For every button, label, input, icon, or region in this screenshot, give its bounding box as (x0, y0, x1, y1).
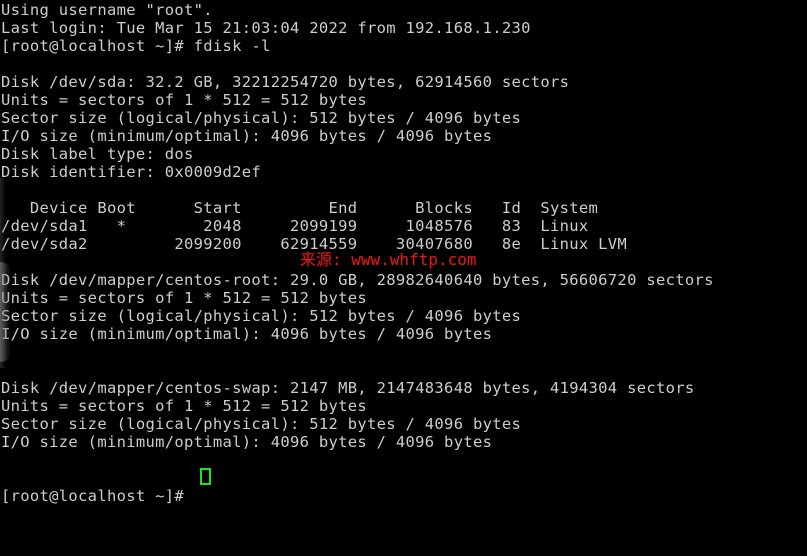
terminal-window[interactable]: Using username "root". Last login: Tue M… (0, 0, 807, 556)
terminal-line: I/O size (minimum/optimal): 4096 bytes /… (1, 433, 493, 451)
watermark-text: 来源: www.whftp.com (300, 250, 477, 269)
terminal-prompt-line: [root@localhost ~]# (1, 487, 194, 505)
terminal-line: Using username "root". (1, 1, 213, 19)
terminal-line: Units = sectors of 1 * 512 = 512 bytes (1, 91, 368, 109)
terminal-line-disk-centos-swap: Disk /dev/mapper/centos-swap: 2147 MB, 2… (1, 379, 695, 397)
terminal-line: I/O size (minimum/optimal): 4096 bytes /… (1, 325, 493, 343)
terminal-line-command: [root@localhost ~]# fdisk -l (1, 37, 271, 55)
terminal-line: Units = sectors of 1 * 512 = 512 bytes (1, 397, 368, 415)
terminal-line: Disk label type: dos (1, 145, 194, 163)
terminal-line: I/O size (minimum/optimal): 4096 bytes /… (1, 127, 493, 145)
text-cursor (200, 468, 211, 485)
partition-table-header: Device Boot Start End Blocks Id System (1, 199, 599, 217)
terminal-line: Sector size (logical/physical): 512 byte… (1, 109, 522, 127)
terminal-line: Units = sectors of 1 * 512 = 512 bytes (1, 289, 368, 307)
terminal-line: Last login: Tue Mar 15 21:03:04 2022 fro… (1, 19, 531, 37)
terminal-line: Sector size (logical/physical): 512 byte… (1, 415, 522, 433)
terminal-line: Disk identifier: 0x0009d2ef (1, 163, 262, 181)
table-row: /dev/sda1 * 2048 2099199 1048576 83 Linu… (1, 217, 589, 235)
terminal-line-disk-centos-root: Disk /dev/mapper/centos-root: 29.0 GB, 2… (1, 271, 714, 289)
terminal-line: Sector size (logical/physical): 512 byte… (1, 307, 522, 325)
terminal-line-disk-sda: Disk /dev/sda: 32.2 GB, 32212254720 byte… (1, 73, 570, 91)
